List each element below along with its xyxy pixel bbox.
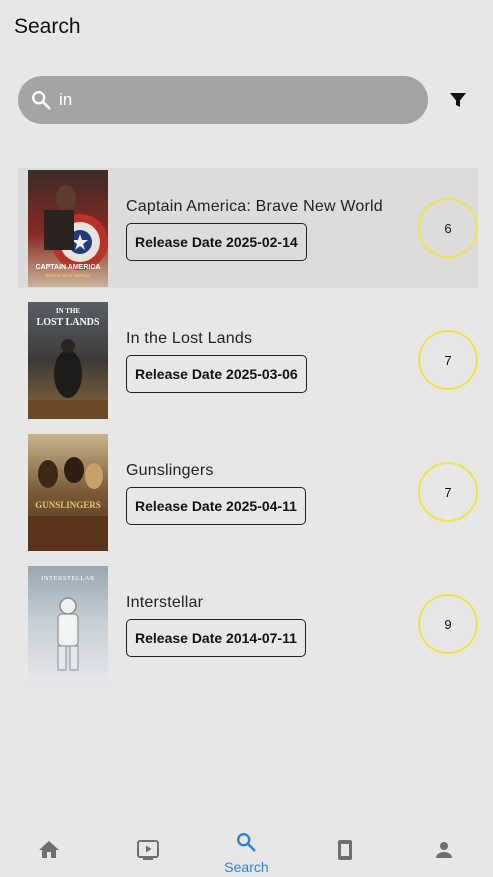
release-date-chip: Release Date 2025-02-14 bbox=[126, 223, 307, 261]
result-row[interactable]: CAPTAIN AMERICA BRAVE NEW WORLD Captain … bbox=[18, 168, 478, 288]
result-row[interactable]: INTERSTELLAR Interstellar Release Date 2… bbox=[18, 564, 478, 684]
nav-profile[interactable] bbox=[394, 828, 493, 877]
play-screen-icon bbox=[136, 838, 160, 867]
movie-poster[interactable]: INTERSTELLAR bbox=[28, 566, 108, 683]
release-date-chip: Release Date 2025-03-06 bbox=[126, 355, 307, 393]
movie-poster[interactable]: CAPTAIN AMERICA BRAVE NEW WORLD bbox=[28, 170, 108, 287]
nav-videos[interactable] bbox=[99, 828, 198, 877]
nav-home[interactable] bbox=[0, 828, 99, 877]
home-icon bbox=[37, 838, 61, 867]
bottom-navigation: Search bbox=[0, 828, 493, 877]
nav-search[interactable]: Search bbox=[197, 828, 296, 877]
poster-title: INTERSTELLAR bbox=[41, 575, 95, 582]
search-icon bbox=[30, 89, 52, 111]
search-results-list: CAPTAIN AMERICA BRAVE NEW WORLD Captain … bbox=[18, 168, 478, 696]
movie-title: Captain America: Brave New World bbox=[126, 198, 383, 215]
movie-poster[interactable]: IN THE LOST LANDS bbox=[28, 302, 108, 419]
book-icon bbox=[333, 838, 357, 867]
rating-badge: 6 bbox=[418, 198, 478, 258]
rating-badge: 7 bbox=[418, 462, 478, 522]
page-title: Search bbox=[14, 15, 81, 38]
poster-title: CAPTAIN AMERICA bbox=[36, 264, 101, 271]
nav-search-label: Search bbox=[224, 858, 269, 875]
filter-icon[interactable] bbox=[446, 88, 470, 112]
rating-badge: 9 bbox=[418, 594, 478, 654]
poster-title: IN THE bbox=[56, 307, 81, 315]
release-date-chip: Release Date 2014-07-11 bbox=[126, 619, 306, 657]
poster-subtitle: LOST LANDS bbox=[37, 317, 100, 328]
movie-title: Gunslingers bbox=[126, 462, 214, 479]
movie-title: In the Lost Lands bbox=[126, 330, 253, 347]
poster-subtitle: BRAVE NEW WORLD bbox=[46, 273, 91, 278]
movie-title: Interstellar bbox=[126, 594, 204, 611]
poster-title: GUNSLINGERS bbox=[35, 500, 101, 510]
rating-badge: 7 bbox=[418, 330, 478, 390]
nav-library[interactable] bbox=[296, 828, 395, 877]
movie-poster[interactable]: GUNSLINGERS bbox=[28, 434, 108, 551]
app-screen: Search in CAPTAIN AMERICA BRAVE NEW WORL… bbox=[0, 0, 493, 877]
result-row[interactable]: GUNSLINGERS Gunslingers Release Date 202… bbox=[18, 432, 478, 552]
search-input[interactable] bbox=[59, 90, 389, 110]
release-date-chip: Release Date 2025-04-11 bbox=[126, 487, 306, 525]
result-row[interactable]: IN THE LOST LANDS In the Lost Lands Rele… bbox=[18, 300, 478, 420]
search-bar[interactable] bbox=[18, 76, 428, 124]
search-icon bbox=[235, 831, 257, 858]
person-icon bbox=[432, 838, 456, 867]
